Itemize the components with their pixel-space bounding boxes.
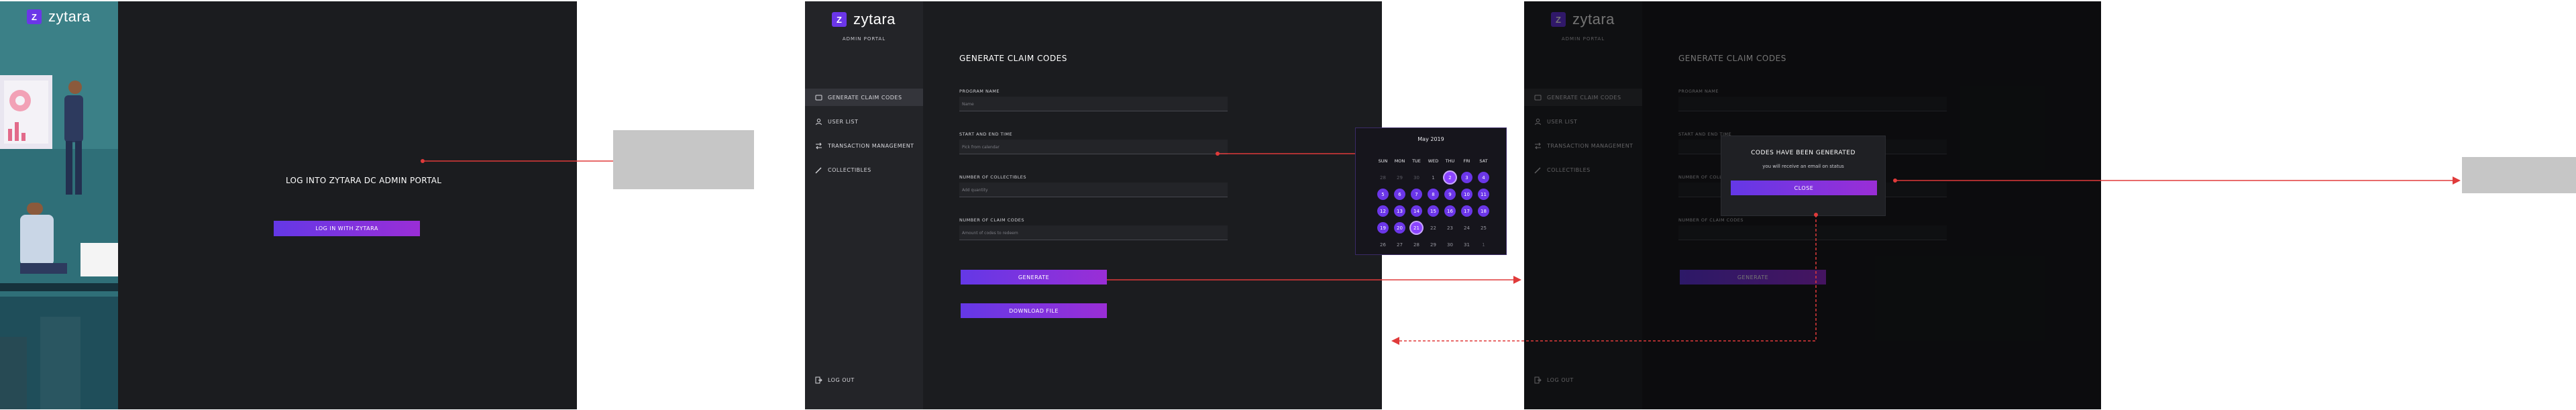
page-title: GENERATE CLAIM CODES <box>959 54 1067 63</box>
calendar-day[interactable]: 16 <box>1442 203 1458 219</box>
calendar-day[interactable]: 7 <box>1408 186 1425 203</box>
calendar-day[interactable]: 21 <box>1408 219 1425 236</box>
sidebar-item-label: COLLECTIBLES <box>828 166 871 173</box>
calendar-day[interactable]: 15 <box>1425 203 1442 219</box>
placeholder-screen <box>613 130 754 189</box>
field-label-program-name: PROGRAM NAME <box>959 89 1000 94</box>
dialog-message: you will receive an email on status <box>1762 164 1844 169</box>
sidebar-item-label: TRANSACTION MANAGEMENT <box>828 142 914 149</box>
calendar-day[interactable]: 25 <box>1475 219 1492 236</box>
calendar-day[interactable]: 5 <box>1375 186 1391 203</box>
logo-mark-icon: Z <box>27 9 42 24</box>
sidebar: Z zytara ADMIN PORTAL GENERATE CLAIM COD… <box>805 1 923 409</box>
start-end-time-input[interactable]: Pick from calendar <box>959 140 1228 154</box>
calendar-weekday: MON <box>1394 158 1405 164</box>
calendar-day[interactable]: 9 <box>1442 186 1458 203</box>
brand-name: zytara <box>48 8 91 25</box>
calendar-day[interactable]: 22 <box>1425 219 1442 236</box>
calendar-day[interactable]: 28 <box>1375 169 1391 186</box>
calendar-day[interactable]: 23 <box>1442 219 1458 236</box>
codes-generated-screen: Z zytara ADMIN PORTAL GENERATE CLAIM COD… <box>1524 1 2101 409</box>
login-screen: Z zytara LOG INTO ZYTARA DC ADMIN PORTAL… <box>0 1 577 409</box>
sidebar-item-user-list[interactable]: USER LIST <box>805 113 923 130</box>
sidebar-item-collectibles[interactable]: COLLECTIBLES <box>805 161 923 178</box>
logo-mark-icon: Z <box>832 12 847 27</box>
calendar-day[interactable]: 31 <box>1458 236 1475 253</box>
generate-codes-screen: Z zytara ADMIN PORTAL GENERATE CLAIM COD… <box>805 1 1382 409</box>
calendar-month-title: May 2019 <box>1417 136 1444 142</box>
exchange-icon <box>814 142 822 150</box>
calendar-day[interactable]: 3 <box>1458 169 1475 186</box>
calendar-day[interactable]: 1 <box>1425 169 1442 186</box>
codes-generated-dialog: CODES HAVE BEEN GENERATED you will recei… <box>1721 136 1886 216</box>
pen-icon <box>814 166 822 174</box>
calendar-day[interactable]: 29 <box>1391 169 1408 186</box>
calendar-day[interactable]: 26 <box>1375 236 1391 253</box>
calendar-weekday: SUN <box>1378 158 1388 164</box>
portal-subtitle: ADMIN PORTAL <box>842 36 886 42</box>
calendar-day[interactable]: 13 <box>1391 203 1408 219</box>
logout-label: LOG OUT <box>828 376 855 383</box>
field-label-number-of-collectibles: NUMBER OF COLLECTIBLES <box>959 174 1027 180</box>
date-range-calendar: May 2019 SUN MON TUE WED THU FRI SAT 28 29 30 1 2 3 4… <box>1355 127 1507 255</box>
dialog-title: CODES HAVE BEEN GENERATED <box>1751 150 1856 156</box>
brand-logo: Z zytara <box>27 8 91 25</box>
calendar-day[interactable]: 1 <box>1475 236 1492 253</box>
brand-logo: Z zytara <box>832 11 896 28</box>
brand-name: zytara <box>853 11 896 28</box>
calendar-day[interactable]: 24 <box>1458 219 1475 236</box>
calendar-day[interactable]: 2 <box>1442 169 1458 186</box>
flow-canvas: Z zytara LOG INTO ZYTARA DC ADMIN PORTAL… <box>0 0 2576 410</box>
calendar-day[interactable]: 4 <box>1475 169 1492 186</box>
calendar-grid: SUN MON TUE WED THU FRI SAT 28 29 30 1 2 3 4 5 6 7 8 9 10 11… <box>1375 152 1492 253</box>
calendar-day[interactable]: 27 <box>1391 236 1408 253</box>
sidebar-item-transaction-management[interactable]: TRANSACTION MANAGEMENT <box>805 137 923 154</box>
calendar-weekday: FRI <box>1463 158 1470 164</box>
collectibles-quantity-input[interactable]: Add quantity <box>959 183 1228 197</box>
login-button[interactable]: LOG IN WITH ZYTARA <box>274 221 420 236</box>
logout-icon <box>814 376 822 384</box>
ticket-icon <box>814 93 822 101</box>
calendar-day[interactable]: 10 <box>1458 186 1475 203</box>
calendar-day[interactable]: 14 <box>1408 203 1425 219</box>
claim-codes-amount-input[interactable]: Amount of codes to redeem <box>959 225 1228 240</box>
placeholder-screen <box>2462 157 2576 193</box>
calendar-day[interactable]: 28 <box>1408 236 1425 253</box>
generate-button[interactable]: GENERATE <box>961 270 1107 285</box>
calendar-day[interactable]: 17 <box>1458 203 1475 219</box>
calendar-weekday: TUE <box>1412 158 1421 164</box>
sidebar-item-generate-claim-codes[interactable]: GENERATE CLAIM CODES <box>805 89 923 106</box>
calendar-weekday: SAT <box>1479 158 1488 164</box>
calendar-day[interactable]: 30 <box>1408 169 1425 186</box>
calendar-day[interactable]: 6 <box>1391 186 1408 203</box>
program-name-input[interactable]: Name <box>959 97 1228 111</box>
calendar-day[interactable]: 8 <box>1425 186 1442 203</box>
download-file-button[interactable]: DOWNLOAD FILE <box>961 303 1107 318</box>
sidebar-item-label: USER LIST <box>828 118 859 125</box>
calendar-day[interactable]: 30 <box>1442 236 1458 253</box>
sidebar-nav: GENERATE CLAIM CODES USER LIST TRANSACTI… <box>805 89 923 185</box>
field-label-start-end-time: START AND END TIME <box>959 132 1013 137</box>
field-label-number-of-claim-codes: NUMBER OF CLAIM CODES <box>959 217 1025 223</box>
calendar-day[interactable]: 19 <box>1375 219 1391 236</box>
user-icon <box>814 117 822 125</box>
logout-button[interactable]: LOG OUT <box>814 376 855 384</box>
calendar-day[interactable]: 20 <box>1391 219 1408 236</box>
login-heading: LOG INTO ZYTARA DC ADMIN PORTAL <box>286 176 442 185</box>
calendar-day[interactable]: 12 <box>1375 203 1391 219</box>
close-button[interactable]: CLOSE <box>1731 181 1877 195</box>
calendar-day[interactable]: 18 <box>1475 203 1492 219</box>
sidebar-item-label: GENERATE CLAIM CODES <box>828 94 902 101</box>
calendar-weekday: THU <box>1445 158 1455 164</box>
calendar-day[interactable]: 11 <box>1475 186 1492 203</box>
calendar-weekday: WED <box>1428 158 1439 164</box>
calendar-day[interactable]: 29 <box>1425 236 1442 253</box>
login-illustration <box>0 1 118 409</box>
